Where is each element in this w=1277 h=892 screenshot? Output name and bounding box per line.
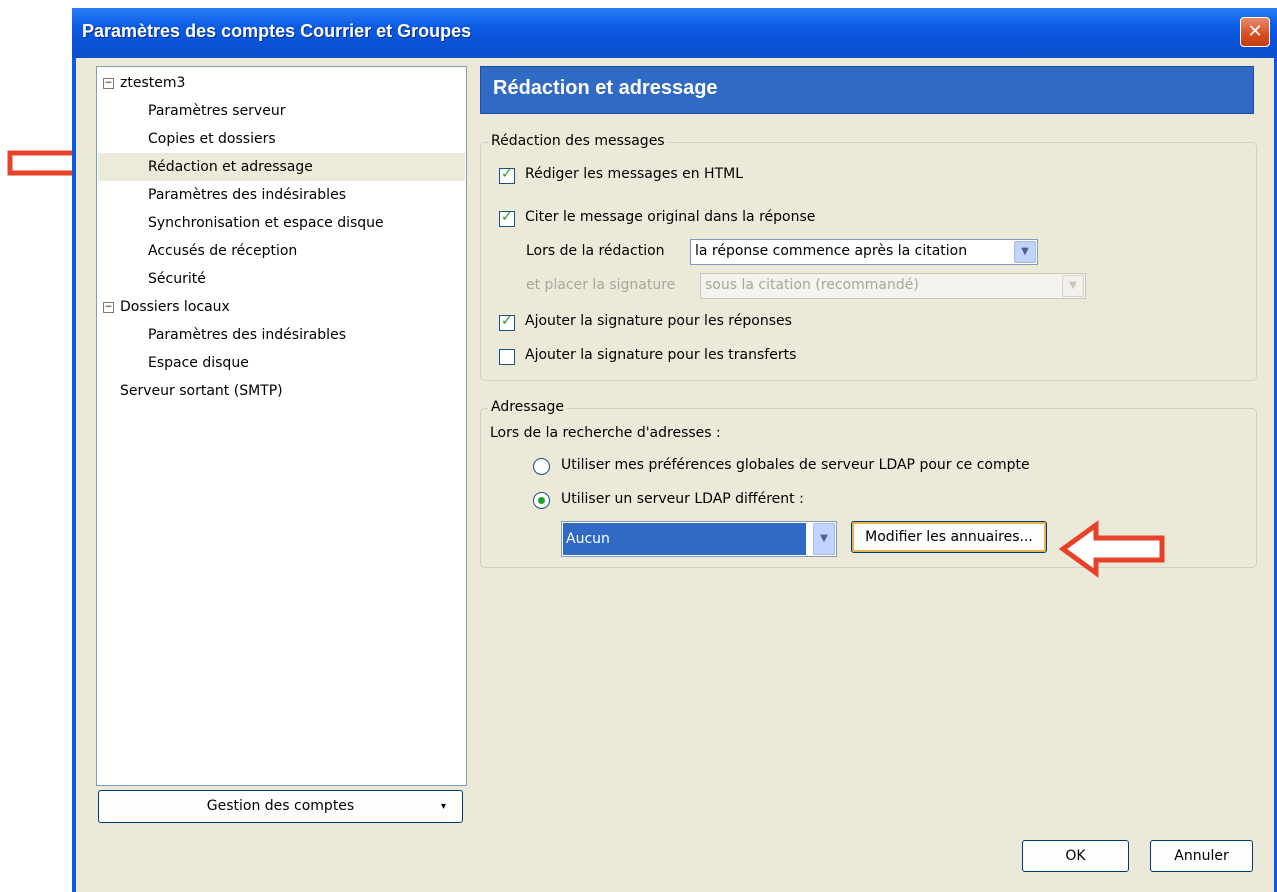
sig-forwards-label[interactable]: Ajouter la signature pour les transferts (525, 347, 796, 363)
tree-item-copies-folders[interactable]: Copies et dossiers (98, 125, 465, 153)
radio-dot-icon (538, 497, 545, 504)
tree-item-label: Espace disque (148, 355, 249, 371)
quote-checkbox[interactable]: ✓ (499, 209, 515, 227)
different-ldap-radio[interactable] (533, 492, 550, 509)
tree-item-label: Synchronisation et espace disque (148, 215, 384, 231)
account-actions-label: Gestion des comptes (206, 798, 355, 814)
global-ldap-label[interactable]: Utiliser mes préférences globales de ser… (561, 457, 1030, 473)
tree-item-label: Copies et dossiers (148, 131, 276, 147)
panel-title: Rédaction et adressage (493, 77, 718, 99)
check-icon: ✓ (501, 313, 513, 329)
tree-item-local-folders[interactable]: − Dossiers locaux (98, 293, 465, 321)
annotation-arrow-right (1058, 520, 1165, 578)
tree-item-label: Dossiers locaux (120, 299, 230, 315)
account-tree[interactable]: − ztestem3 Paramètres serveur Copies et … (96, 66, 467, 786)
tree-item-junk-settings[interactable]: Paramètres des indésirables (98, 181, 465, 209)
sig-replies-label[interactable]: Ajouter la signature pour les réponses (525, 313, 792, 329)
tree-item-label: Accusés de réception (148, 243, 298, 259)
window-title: Paramètres des comptes Courrier et Group… (82, 21, 472, 41)
composition-group: Rédaction des messages ✓ Rédiger les mes… (480, 133, 1257, 381)
quote-checkbox-label[interactable]: Citer le message original dans la répons… (525, 209, 815, 225)
chevron-down-icon: ▼ (1062, 275, 1084, 297)
dialog-window: Paramètres des comptes Courrier et Group… (72, 8, 1277, 892)
tree-item-composition[interactable]: Rédaction et adressage (98, 153, 465, 181)
different-ldap-label[interactable]: Utiliser un serveur LDAP différent : (561, 491, 804, 507)
chevron-down-icon[interactable]: ▼ (1014, 241, 1036, 263)
tree-item-account[interactable]: − ztestem3 (98, 69, 465, 97)
close-button[interactable]: ✕ (1240, 17, 1270, 47)
collapse-icon[interactable]: − (103, 78, 114, 89)
account-actions-button[interactable]: Gestion des comptes ▾ (98, 790, 463, 823)
tree-item-smtp[interactable]: Serveur sortant (SMTP) (98, 377, 465, 405)
reply-position-select[interactable]: la réponse commence après la citation ▼ (690, 239, 1038, 265)
tree-item-disk-space[interactable]: Espace disque (98, 349, 465, 377)
panel-header: Rédaction et adressage (480, 66, 1254, 114)
sig-replies-checkbox[interactable]: ✓ (499, 313, 515, 331)
ldap-server-value: Aucun (563, 523, 806, 555)
tree-item-label: ztestem3 (120, 75, 186, 91)
ldap-server-select[interactable]: Aucun ▼ (561, 521, 837, 557)
global-ldap-radio[interactable] (533, 458, 550, 475)
dropdown-arrow-icon: ▾ (440, 801, 446, 812)
addressing-legend: Adressage (488, 399, 567, 415)
reply-position-label: Lors de la rédaction (526, 243, 665, 259)
tree-item-label: Paramètres serveur (148, 103, 286, 119)
signature-position-select: sous la citation (recommandé) ▼ (700, 273, 1086, 299)
dialog-client: − ztestem3 Paramètres serveur Copies et … (76, 58, 1274, 892)
collapse-icon[interactable]: − (103, 302, 114, 313)
check-icon: ✓ (501, 166, 513, 182)
html-checkbox-label[interactable]: Rédiger les messages en HTML (525, 166, 743, 182)
lookup-label: Lors de la recherche d'adresses : (490, 425, 721, 441)
tree-item-label: Serveur sortant (SMTP) (120, 383, 283, 399)
title-bar[interactable]: Paramètres des comptes Courrier et Group… (72, 8, 1277, 58)
cancel-button[interactable]: Annuler (1150, 840, 1253, 872)
chevron-down-icon[interactable]: ▼ (813, 523, 835, 555)
tree-item-receipts[interactable]: Accusés de réception (98, 237, 465, 265)
ok-button[interactable]: OK (1022, 840, 1129, 872)
tree-item-server-settings[interactable]: Paramètres serveur (98, 97, 465, 125)
sig-forwards-checkbox[interactable] (499, 349, 515, 365)
signature-position-value: sous la citation (recommandé) (705, 277, 919, 293)
signature-position-label: et placer la signature (526, 277, 676, 293)
tree-item-label: Rédaction et adressage (148, 159, 313, 175)
composition-legend: Rédaction des messages (488, 133, 668, 149)
check-icon: ✓ (501, 209, 513, 225)
tree-item-local-junk[interactable]: Paramètres des indésirables (98, 321, 465, 349)
html-checkbox[interactable]: ✓ (499, 166, 515, 184)
edit-directories-button[interactable]: Modifier les annuaires... (851, 521, 1047, 553)
tree-item-sync-disk[interactable]: Synchronisation et espace disque (98, 209, 465, 237)
reply-position-value: la réponse commence après la citation (695, 243, 968, 259)
tree-item-label: Paramètres des indésirables (148, 327, 346, 343)
tree-item-security[interactable]: Sécurité (98, 265, 465, 293)
tree-item-label: Paramètres des indésirables (148, 187, 346, 203)
tree-item-label: Sécurité (148, 271, 206, 287)
